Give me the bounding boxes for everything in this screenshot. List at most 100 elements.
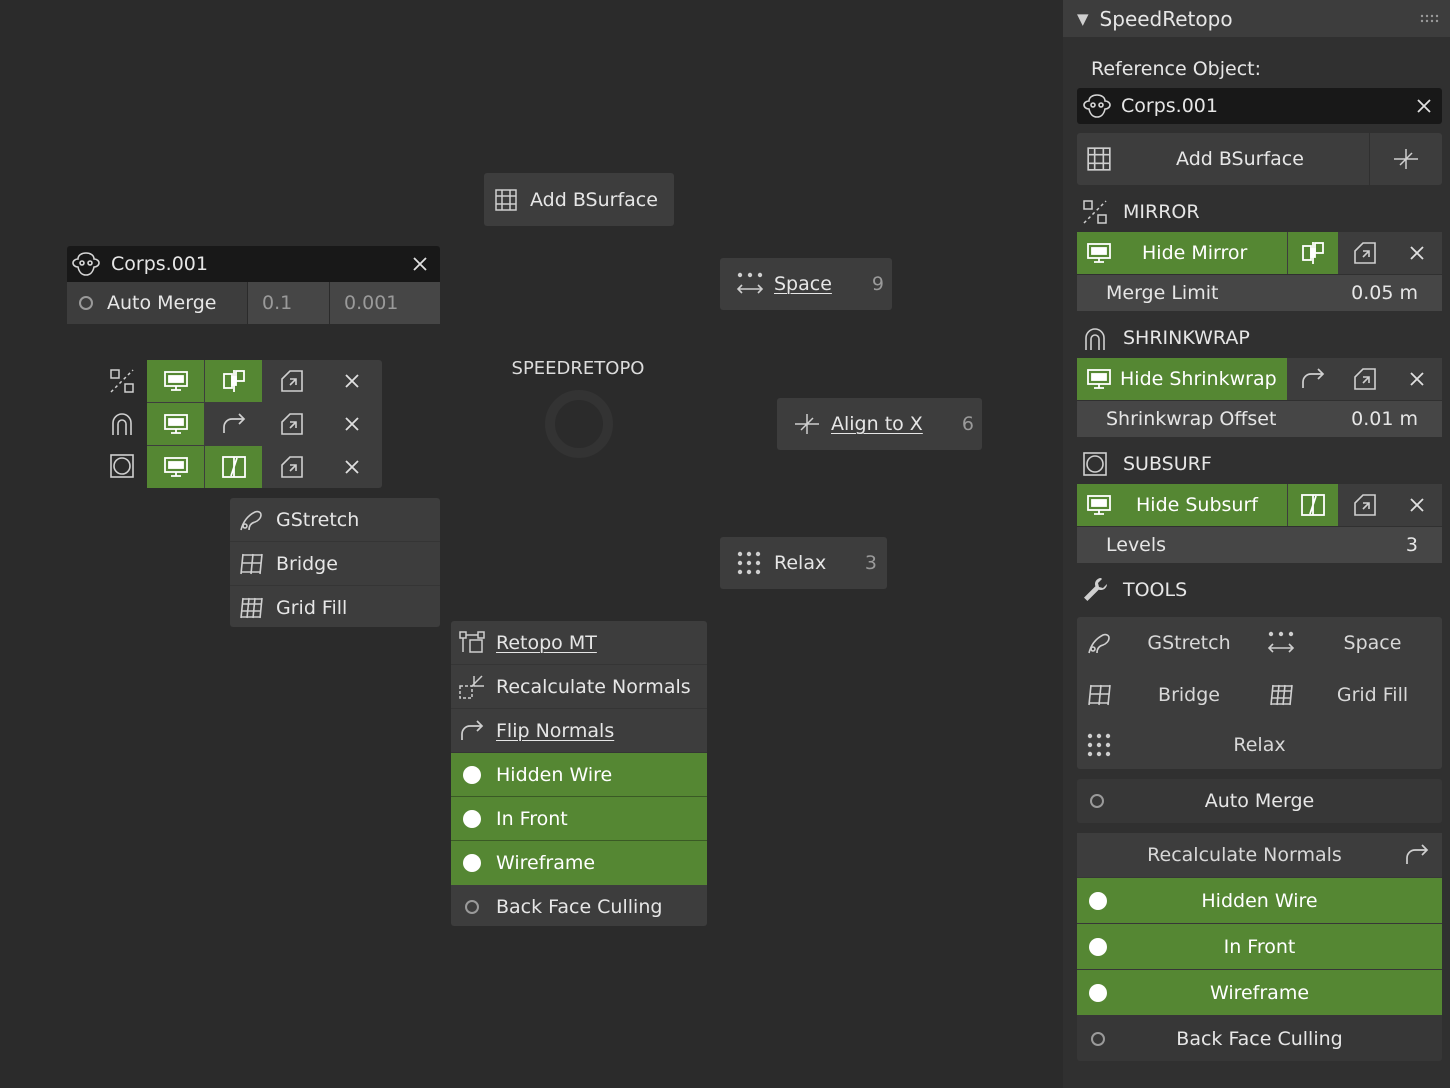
bridge-label: Bridge [1158, 684, 1220, 706]
add-bsurface-button[interactable]: Add BSurface [1121, 148, 1359, 170]
reference-field[interactable]: Corps.001 [1077, 88, 1442, 124]
levels-field[interactable]: Levels 3 [1077, 527, 1442, 563]
subsurf-remove-icon[interactable] [1392, 484, 1442, 526]
subsurf-viewport-toggle[interactable] [147, 446, 204, 488]
flip-normals-icon[interactable] [1392, 842, 1442, 868]
in-front-toggle[interactable]: In Front [1077, 924, 1442, 969]
bridge-button[interactable]: Bridge [1077, 670, 1257, 720]
hide-mirror-label: Hide Mirror [1142, 242, 1248, 264]
pie-relax-count: 3 [864, 552, 877, 574]
flip-normals-label: Flip Normals [496, 719, 615, 742]
recalculate-normals-button[interactable]: Recalculate Normals [1077, 833, 1442, 877]
panel-header[interactable]: ▼ SpeedRetopo [1063, 0, 1450, 37]
shrinkwrap-offset-field[interactable]: Shrinkwrap Offset 0.01 m [1077, 401, 1442, 437]
panel-title: SpeedRetopo [1099, 6, 1233, 31]
subsurf-apply-icon[interactable] [263, 446, 321, 488]
pie-align-button[interactable]: Align to X 6 [777, 398, 982, 450]
shrinkwrap-apply-icon[interactable] [1339, 358, 1391, 400]
subsurf-editmode-toggle[interactable] [1288, 484, 1338, 526]
mirror-viewport-toggle[interactable] [147, 360, 204, 402]
pie-gstretch-item[interactable]: GStretch [230, 498, 440, 542]
clear-reference-icon[interactable] [1416, 98, 1432, 114]
wireframe-toggle[interactable]: Wireframe [451, 841, 707, 885]
subsurf-apply-icon[interactable] [1339, 484, 1391, 526]
pie-reference-field[interactable]: Corps.001 [67, 246, 440, 282]
radio-on-icon [1089, 983, 1107, 1002]
drag-handle-icon[interactable] [1420, 14, 1440, 24]
gridfill-button[interactable]: Grid Fill [1259, 670, 1442, 720]
subsurf-editmode-toggle[interactable] [205, 446, 262, 488]
backface-culling-toggle[interactable]: Back Face Culling [1077, 1016, 1442, 1061]
hide-mirror-button[interactable]: Hide Mirror [1077, 232, 1287, 274]
shrinkwrap-controls: Hide Shrinkwrap [1077, 358, 1442, 400]
mirror-editmode-toggle[interactable] [205, 360, 262, 402]
wrench-icon [1081, 576, 1109, 604]
pie-automerge-distance-field[interactable]: 0.001 [329, 282, 440, 324]
reference-label: Reference Object: [1091, 58, 1261, 80]
pie-automerge-threshold-field[interactable]: 0.1 [247, 282, 329, 324]
pie-space-count: 9 [871, 273, 884, 295]
mirror-remove-icon[interactable] [322, 360, 382, 402]
pie-add-bsurface-button[interactable]: Add BSurface [484, 173, 674, 226]
in-front-toggle[interactable]: In Front [451, 797, 707, 841]
pie-align-label: Align to X [831, 413, 923, 435]
in-front-label: In Front [1223, 935, 1296, 958]
align-icon[interactable] [1369, 133, 1442, 185]
pie-automerge-toggle[interactable]: Auto Merge [67, 282, 247, 324]
mirror-editmode-toggle[interactable] [1288, 232, 1338, 274]
backface-culling-toggle[interactable]: Back Face Culling [451, 885, 707, 929]
retopo-mt-item[interactable]: Retopo MT [451, 621, 707, 665]
pie-gridfill-item[interactable]: Grid Fill [230, 586, 440, 629]
shrinkwrap-remove-icon[interactable] [1392, 358, 1442, 400]
hide-shrinkwrap-button[interactable]: Hide Shrinkwrap [1077, 358, 1287, 400]
radio-on-icon [1089, 891, 1107, 910]
pie-automerge-value1: 0.1 [262, 292, 293, 314]
pie-relax-button[interactable]: Relax 3 [720, 537, 887, 589]
clear-reference-icon[interactable] [412, 256, 428, 272]
gstretch-icon [238, 507, 264, 533]
gstretch-button[interactable]: GStretch [1077, 617, 1257, 669]
space-button[interactable]: Space [1259, 617, 1442, 669]
wireframe-toggle[interactable]: Wireframe [1077, 970, 1442, 1015]
collapse-triangle-icon[interactable]: ▼ [1077, 10, 1089, 28]
grid-icon [1077, 146, 1121, 172]
subsurf-remove-icon[interactable] [322, 446, 382, 488]
recalculate-normals-item[interactable]: Recalculate Normals [451, 665, 707, 709]
pie-space-button[interactable]: Space 9 [720, 258, 892, 310]
shrinkwrap-icon [1081, 324, 1109, 352]
merge-limit-field[interactable]: Merge Limit 0.05 m [1077, 275, 1442, 311]
hidden-wire-toggle[interactable]: Hidden Wire [1077, 878, 1442, 923]
mirror-remove-icon[interactable] [1392, 232, 1442, 274]
shrinkwrap-flip-icon[interactable] [1288, 358, 1338, 400]
radio-off-icon [465, 900, 479, 914]
mirror-apply-icon[interactable] [1339, 232, 1391, 274]
mirror-apply-icon[interactable] [263, 360, 321, 402]
shrinkwrap-header: SHRINKWRAP [1081, 323, 1250, 353]
pie-gstretch-label: GStretch [276, 508, 360, 531]
bridge-icon [1077, 682, 1121, 708]
auto-merge-toggle[interactable]: Auto Merge [1077, 779, 1442, 823]
hidden-wire-label: Hidden Wire [496, 763, 613, 786]
shrinkwrap-apply-icon[interactable] [263, 403, 321, 445]
shrinkwrap-flip-icon[interactable] [205, 403, 262, 445]
hide-subsurf-label: Hide Subsurf [1136, 494, 1258, 516]
relax-button[interactable]: Relax [1077, 721, 1442, 769]
pie-bridge-item[interactable]: Bridge [230, 542, 440, 586]
pie-automerge-row: Auto Merge 0.1 0.001 [67, 282, 440, 324]
monitor-icon [1086, 368, 1112, 390]
shrinkwrap-viewport-toggle[interactable] [147, 403, 204, 445]
subsurf-header-label: SUBSURF [1123, 453, 1212, 475]
flip-normals-item[interactable]: Flip Normals [451, 709, 707, 753]
mirror-header: MIRROR [1081, 197, 1200, 227]
space-icon [736, 271, 764, 297]
hidden-wire-toggle[interactable]: Hidden Wire [451, 753, 707, 797]
pie-align-count: 6 [961, 413, 974, 435]
shrinkwrap-remove-icon[interactable] [322, 403, 382, 445]
pie-bridge-label: Bridge [276, 552, 338, 575]
gstretch-label: GStretch [1147, 632, 1231, 654]
relax-label: Relax [1233, 734, 1286, 756]
radio-off-icon [1091, 1031, 1105, 1046]
grid-icon [494, 188, 518, 212]
hide-subsurf-button[interactable]: Hide Subsurf [1077, 484, 1287, 526]
recalculate-normals-label: Recalculate Normals [496, 675, 691, 698]
